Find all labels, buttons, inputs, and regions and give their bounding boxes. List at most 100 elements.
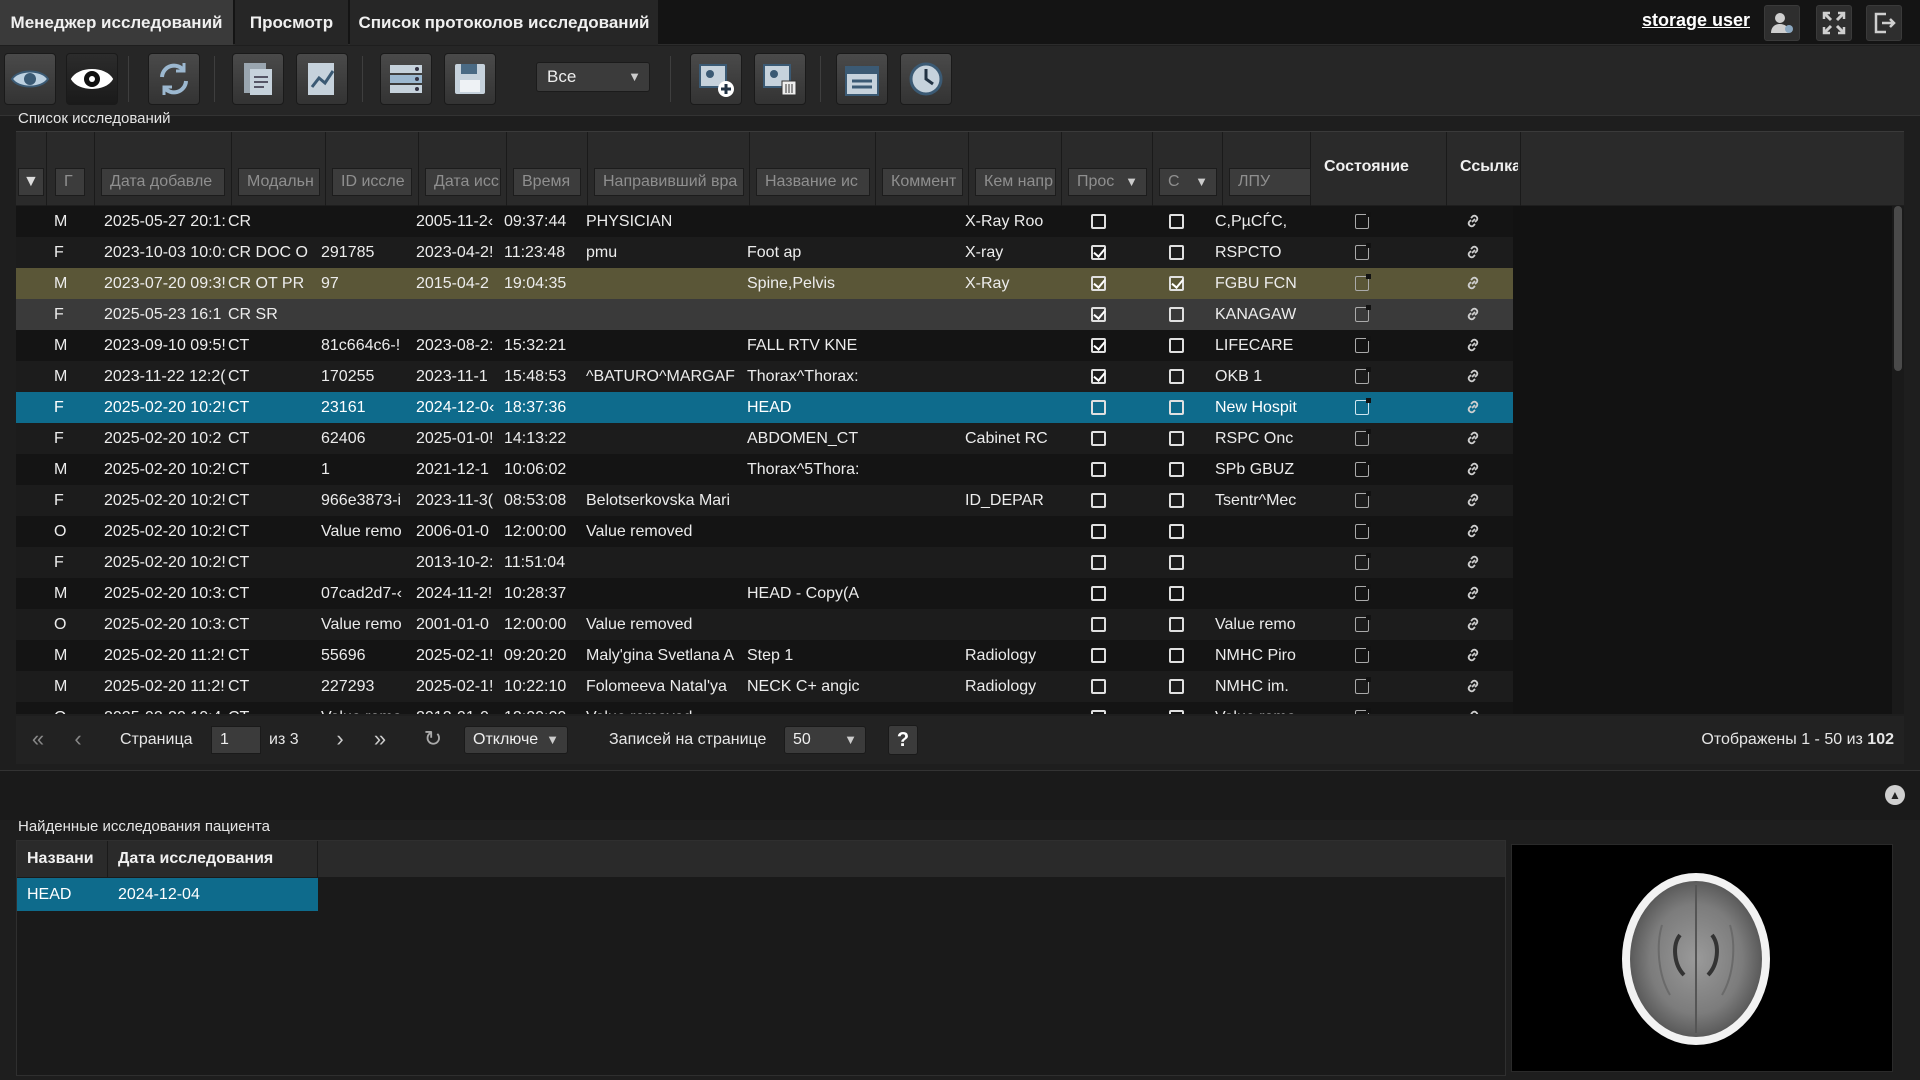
filter-date-added[interactable]: Дата добавле [101,168,225,196]
user-link[interactable]: storage user [1600,10,1750,31]
filter-comment[interactable]: Коммент [882,168,963,196]
link-icon[interactable] [1464,491,1482,509]
table-row[interactable]: M 2025-02-20 10:3: CT 07cad2d7-‹ 2024-11-2! 1… [16,578,1513,609]
c-checkbox[interactable] [1169,679,1184,694]
viewed-checkbox[interactable] [1091,648,1106,663]
found-header-date[interactable]: Дата исследования [108,841,318,877]
per-page-select[interactable]: 50 ▼ [784,726,866,754]
c-checkbox[interactable] [1169,369,1184,384]
state-document-icon[interactable] [1355,460,1371,477]
filter-lpu[interactable]: ЛПУ [1229,168,1311,196]
table-row[interactable]: M 2025-02-20 10:2! CT 1 2021-12-1 10:06:02 Tho… [16,454,1513,485]
scrollbar-thumb[interactable] [1894,206,1902,371]
link-icon[interactable] [1464,398,1482,416]
viewed-checkbox[interactable] [1091,431,1106,446]
c-checkbox[interactable] [1169,555,1184,570]
table-row[interactable]: M 2023-11-22 12:2(CT 170255 2023-11-1 15:48:… [16,361,1513,392]
state-document-icon[interactable] [1355,522,1371,539]
table-row[interactable]: O 2025-02-20 10:2! CT Value remo 2006-01-0 12… [16,516,1513,547]
viewed-checkbox[interactable] [1091,710,1106,714]
state-document-icon[interactable] [1355,615,1371,632]
header-state[interactable]: Состояние [1324,158,1444,176]
c-checkbox[interactable] [1169,524,1184,539]
found-study-row[interactable]: HEAD 2024-12-04 [17,878,318,911]
filter-sent-by[interactable]: Кем напр [975,168,1056,196]
filter-referring[interactable]: Направивший вра [594,168,744,196]
viewed-checkbox[interactable] [1091,245,1106,260]
state-document-icon[interactable] [1355,646,1371,663]
table-row[interactable]: F 2025-02-20 10:2 CT 62406 2025-01-0! 14:13:2… [16,423,1513,454]
state-document-icon[interactable] [1355,212,1371,229]
state-document-icon[interactable] [1355,553,1371,570]
filter-study-id[interactable]: ID иссле [332,168,412,196]
save-button[interactable] [444,53,496,105]
link-icon[interactable] [1464,677,1482,695]
preview-toggle-button[interactable] [4,53,56,105]
c-checkbox[interactable] [1169,338,1184,353]
server-button[interactable] [380,53,432,105]
state-document-icon[interactable] [1355,491,1371,508]
viewed-checkbox[interactable] [1091,586,1106,601]
refresh-button[interactable] [148,53,200,105]
filter-modality[interactable]: Модальн [238,168,320,196]
c-checkbox[interactable] [1169,462,1184,477]
state-document-icon[interactable] [1355,274,1371,291]
delete-image-button[interactable] [754,53,806,105]
c-checkbox[interactable] [1169,648,1184,663]
c-checkbox[interactable] [1169,586,1184,601]
state-document-icon[interactable] [1355,336,1371,353]
link-icon[interactable] [1464,243,1482,261]
last-page-icon[interactable]: » [366,725,394,755]
view-study-button[interactable] [66,53,118,105]
c-checkbox[interactable] [1169,214,1184,229]
link-icon[interactable] [1464,584,1482,602]
state-document-icon[interactable] [1355,305,1371,322]
link-icon[interactable] [1464,615,1482,633]
filter-study-date[interactable]: Дата исс [425,168,501,196]
filter-viewed[interactable]: Прос ▼ [1068,168,1147,196]
state-document-icon[interactable] [1355,708,1371,714]
table-row[interactable]: M 2025-02-20 11:2! CT 227293 2025-02-1! 10:22… [16,671,1513,702]
c-checkbox[interactable] [1169,431,1184,446]
auto-refresh-select[interactable]: Отключе ▼ [464,726,568,754]
c-checkbox[interactable] [1169,245,1184,260]
table-row[interactable]: M 2023-07-20 09:3! CR OT PR 97 2015-04-2 19:0… [16,268,1513,299]
schedule-button[interactable] [836,53,888,105]
filter-sex[interactable]: Г [55,168,85,196]
table-row[interactable]: O2025-02-20 10:4CTValue remo2012-01-012:… [16,702,1513,714]
filter-c[interactable]: С ▼ [1159,168,1217,196]
viewed-checkbox[interactable] [1091,307,1106,322]
tab-protocol-list[interactable]: Список протоколов исследований [350,0,658,45]
vertical-scrollbar[interactable] [1892,206,1904,714]
collapse-up-icon[interactable]: ▲ [1885,785,1905,805]
viewed-checkbox[interactable] [1091,524,1106,539]
header-link[interactable]: Ссылка [1460,158,1518,176]
link-icon[interactable] [1464,336,1482,354]
state-document-icon[interactable] [1355,398,1371,415]
next-page-icon[interactable]: › [326,725,354,755]
filter-study-name[interactable]: Название ис [756,168,870,196]
viewed-checkbox[interactable] [1091,400,1106,415]
tab-study-manager[interactable]: Менеджер исследований [0,0,233,45]
state-document-icon[interactable] [1355,243,1371,260]
link-icon[interactable] [1464,212,1482,230]
period-filter-select[interactable]: Все ▼ [536,62,650,92]
link-icon[interactable] [1464,553,1482,571]
link-icon[interactable] [1464,522,1482,540]
filter-funnel-icon[interactable]: ▼ [18,168,44,196]
add-image-button[interactable] [690,53,742,105]
link-icon[interactable] [1464,708,1482,714]
table-row[interactable]: F 2023-10-03 10:0: CR DOC O 291785 2023-04-2… [16,237,1513,268]
first-page-icon[interactable]: « [24,725,52,755]
page-input[interactable]: 1 [211,726,261,754]
state-document-icon[interactable] [1355,429,1371,446]
tab-view[interactable]: Просмотр [235,0,348,45]
report-button[interactable] [296,53,348,105]
viewed-checkbox[interactable] [1091,276,1106,291]
viewed-checkbox[interactable] [1091,462,1106,477]
table-row[interactable]: M 2025-02-20 11:2! CT 55696 2025-02-1! 09:20:… [16,640,1513,671]
filter-time[interactable]: Время [513,168,581,196]
link-icon[interactable] [1464,646,1482,664]
c-checkbox[interactable] [1169,400,1184,415]
table-row[interactable]: F 2025-02-20 10:2! CT 23161 2024-12-0‹ 18:37:… [16,392,1513,423]
